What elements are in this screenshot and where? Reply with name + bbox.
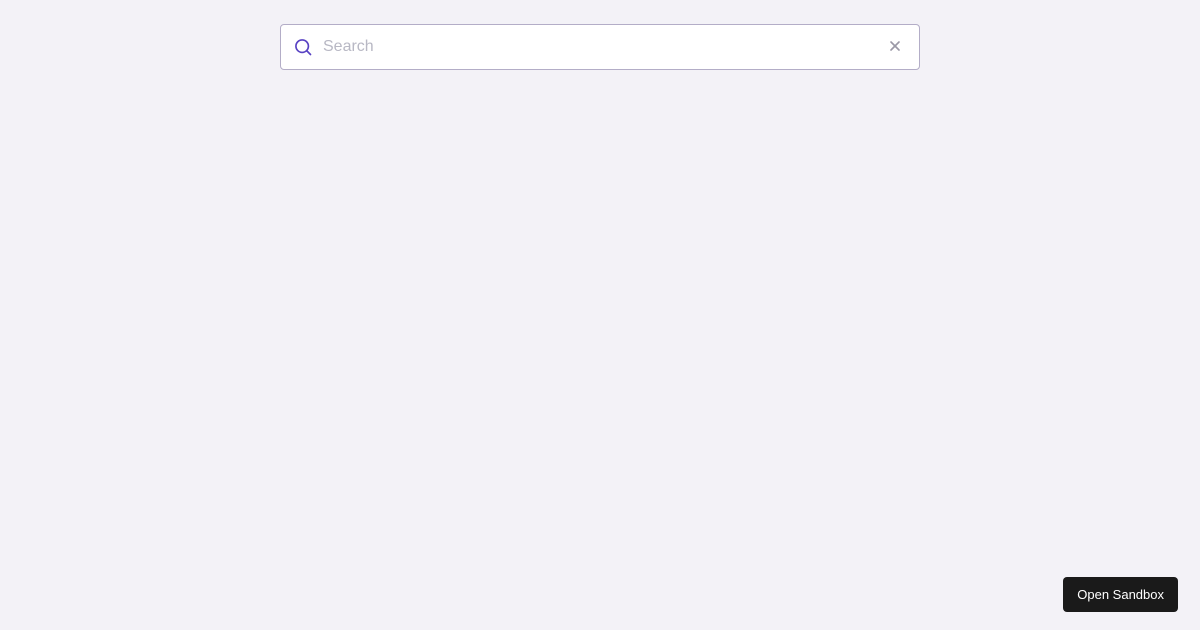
open-sandbox-button[interactable]: Open Sandbox [1063,577,1178,612]
search-icon [293,37,313,57]
clear-button[interactable] [883,34,907,61]
close-icon [887,38,903,57]
search-box [280,24,920,70]
search-input[interactable] [323,38,883,56]
